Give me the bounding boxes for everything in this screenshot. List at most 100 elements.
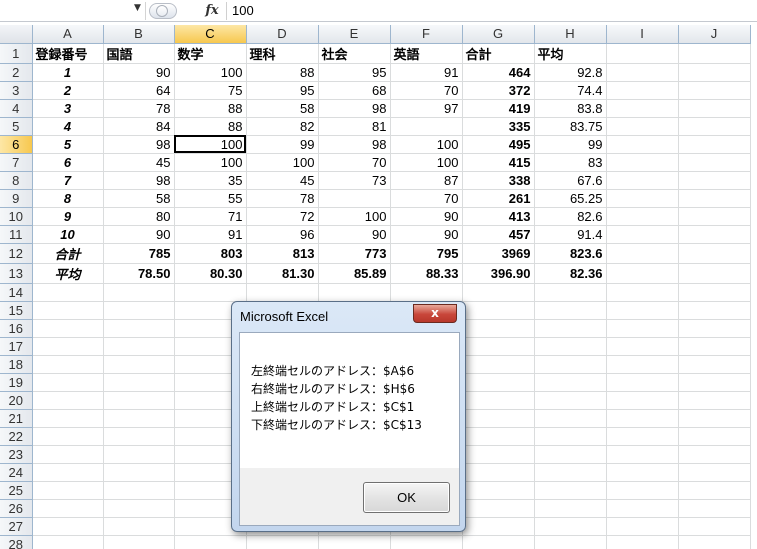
cell-e9[interactable] [318, 189, 391, 208]
cell-f11[interactable]: 90 [390, 225, 463, 244]
cell-h23[interactable] [534, 445, 607, 464]
cell-b6[interactable]: 98 [103, 135, 175, 154]
cell-b2[interactable]: 90 [103, 63, 175, 82]
cell-h9[interactable]: 65.25 [534, 189, 607, 208]
cell-b14[interactable] [103, 283, 175, 302]
cell-j10[interactable] [678, 207, 751, 226]
cell-g6[interactable]: 495 [462, 135, 535, 154]
cell-a6[interactable]: 5 [32, 135, 104, 154]
cell-a15[interactable] [32, 301, 104, 320]
cell-h6[interactable]: 99 [534, 135, 607, 154]
row-header-22[interactable]: 22 [0, 427, 33, 446]
cell-d1[interactable]: 理科 [246, 43, 319, 64]
cell-e4[interactable]: 98 [318, 99, 391, 118]
cell-c14[interactable] [174, 283, 247, 302]
cell-f13[interactable]: 88.33 [390, 263, 463, 284]
cell-b11[interactable]: 90 [103, 225, 175, 244]
cell-h22[interactable] [534, 427, 607, 446]
column-header-i[interactable]: I [606, 25, 679, 44]
cell-b13[interactable]: 78.50 [103, 263, 175, 284]
cell-j18[interactable] [678, 355, 751, 374]
cell-f6[interactable]: 100 [390, 135, 463, 154]
column-header-e[interactable]: E [318, 25, 391, 44]
cell-j6[interactable] [678, 135, 751, 154]
cell-h4[interactable]: 83.8 [534, 99, 607, 118]
row-header-15[interactable]: 15 [0, 301, 33, 320]
cell-h20[interactable] [534, 391, 607, 410]
cell-g24[interactable] [462, 463, 535, 482]
row-header-9[interactable]: 9 [0, 189, 33, 208]
row-header-19[interactable]: 19 [0, 373, 33, 392]
column-header-a[interactable]: A [32, 25, 104, 44]
cell-b21[interactable] [103, 409, 175, 428]
cell-f4[interactable]: 97 [390, 99, 463, 118]
cell-c5[interactable]: 88 [174, 117, 247, 136]
cell-i20[interactable] [606, 391, 679, 410]
cell-c8[interactable]: 35 [174, 171, 247, 190]
cell-h15[interactable] [534, 301, 607, 320]
cell-a28[interactable] [32, 535, 104, 549]
cell-d2[interactable]: 88 [246, 63, 319, 82]
row-header-6[interactable]: 6 [0, 135, 33, 154]
cell-i14[interactable] [606, 283, 679, 302]
cell-h2[interactable]: 92.8 [534, 63, 607, 82]
cell-i11[interactable] [606, 225, 679, 244]
cell-d7[interactable]: 100 [246, 153, 319, 172]
cell-j26[interactable] [678, 499, 751, 518]
cell-c11[interactable]: 91 [174, 225, 247, 244]
cell-e11[interactable]: 90 [318, 225, 391, 244]
cell-c10[interactable]: 71 [174, 207, 247, 226]
cell-i16[interactable] [606, 319, 679, 338]
row-header-26[interactable]: 26 [0, 499, 33, 518]
cell-j11[interactable] [678, 225, 751, 244]
cell-i3[interactable] [606, 81, 679, 100]
cell-g7[interactable]: 415 [462, 153, 535, 172]
cell-j1[interactable] [678, 43, 751, 64]
cell-b26[interactable] [103, 499, 175, 518]
cell-f10[interactable]: 90 [390, 207, 463, 226]
cell-i10[interactable] [606, 207, 679, 226]
chevron-down-icon[interactable]: ▼ [134, 3, 141, 13]
column-header-d[interactable]: D [246, 25, 319, 44]
cell-e13[interactable]: 85.89 [318, 263, 391, 284]
cell-g3[interactable]: 372 [462, 81, 535, 100]
row-header-21[interactable]: 21 [0, 409, 33, 428]
cell-g21[interactable] [462, 409, 535, 428]
close-button[interactable]: x [413, 304, 457, 323]
cell-j12[interactable] [678, 243, 751, 264]
cell-a12[interactable]: 合計 [32, 243, 104, 264]
cell-j16[interactable] [678, 319, 751, 338]
cell-a8[interactable]: 7 [32, 171, 104, 190]
cell-g10[interactable]: 413 [462, 207, 535, 226]
cell-j19[interactable] [678, 373, 751, 392]
cell-h18[interactable] [534, 355, 607, 374]
cell-a16[interactable] [32, 319, 104, 338]
cell-g9[interactable]: 261 [462, 189, 535, 208]
formula-input[interactable]: 100 [226, 2, 757, 20]
cell-h25[interactable] [534, 481, 607, 500]
cell-d6[interactable]: 99 [246, 135, 319, 154]
cell-i7[interactable] [606, 153, 679, 172]
cell-c28[interactable] [174, 535, 247, 549]
cell-j9[interactable] [678, 189, 751, 208]
cell-b18[interactable] [103, 355, 175, 374]
cell-a13[interactable]: 平均 [32, 263, 104, 284]
cell-d5[interactable]: 82 [246, 117, 319, 136]
cell-i4[interactable] [606, 99, 679, 118]
cell-i1[interactable] [606, 43, 679, 64]
row-header-5[interactable]: 5 [0, 117, 33, 136]
cell-d4[interactable]: 58 [246, 99, 319, 118]
cell-g20[interactable] [462, 391, 535, 410]
cell-j14[interactable] [678, 283, 751, 302]
cell-b5[interactable]: 84 [103, 117, 175, 136]
ok-button[interactable]: OK [363, 482, 450, 513]
cell-a19[interactable] [32, 373, 104, 392]
row-header-20[interactable]: 20 [0, 391, 33, 410]
cell-d10[interactable]: 72 [246, 207, 319, 226]
insert-function-button[interactable]: fx [201, 2, 223, 20]
cell-a9[interactable]: 8 [32, 189, 104, 208]
cell-h28[interactable] [534, 535, 607, 549]
cell-i27[interactable] [606, 517, 679, 536]
column-header-c[interactable]: C [174, 25, 247, 44]
cell-h27[interactable] [534, 517, 607, 536]
